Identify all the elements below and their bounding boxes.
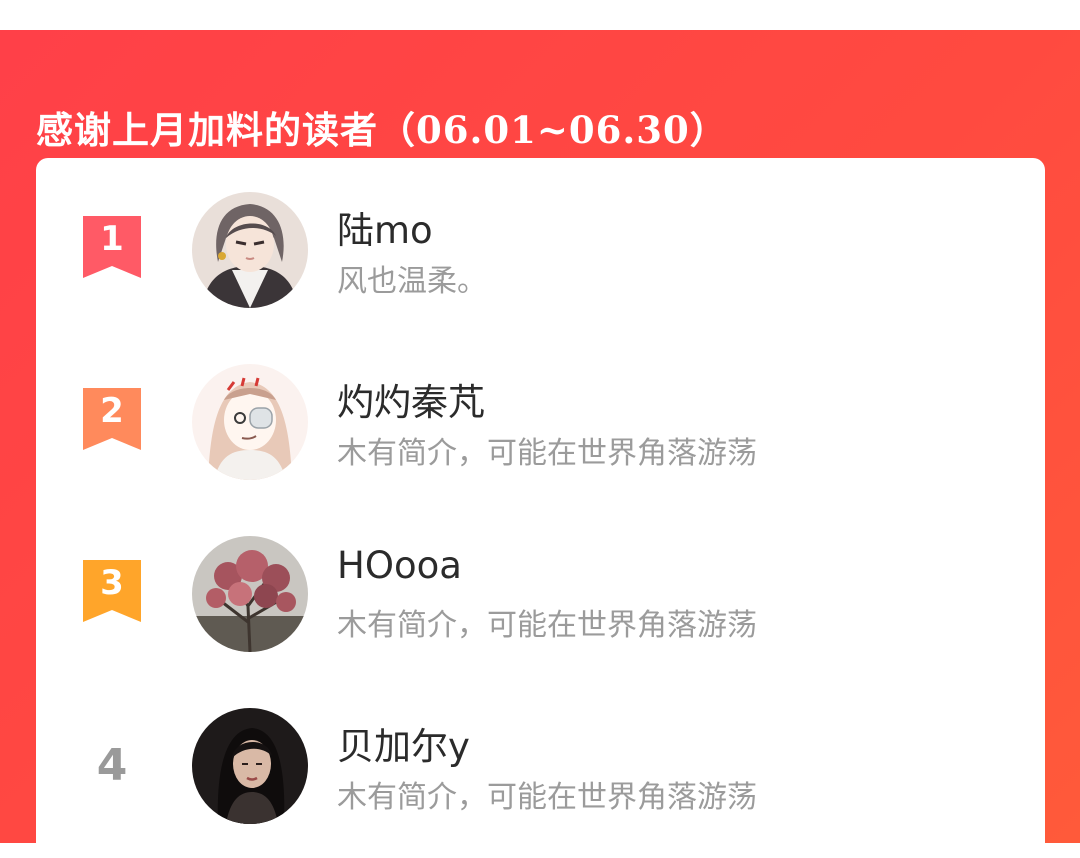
page-title: 感谢上月加料的读者（06.01~06.30） [36,108,728,152]
reader-name: 贝加尔y [337,725,470,768]
reader-row-3[interactable]: 3 HOooa 木有简介，可能在世界角落游荡 [36,536,1045,666]
rank-badge-3: 3 [83,560,141,622]
reader-row-4[interactable]: 4 贝加尔y 木有简介，可能在世界角落游荡 [36,708,1045,838]
rank-number: 2 [100,391,124,431]
anime-man-avatar-icon [192,192,308,308]
flower-tree-avatar-icon [192,536,308,652]
reader-bio: 木有简介，可能在世界角落游荡 [337,780,757,815]
ribbon-badge-icon: 3 [83,560,141,622]
reader-bio: 风也温柔。 [337,264,487,299]
woman-portrait-avatar-icon [192,708,308,824]
reader-row-2[interactable]: 2 灼灼秦芃 木有简介，可能在世界角落游荡 [36,364,1045,494]
avatar[interactable] [192,364,308,480]
ribbon-badge-icon: 2 [83,388,141,450]
cartoon-girl-avatar-icon [192,364,308,480]
rank-number: 3 [100,563,124,603]
reader-name: HOooa [337,544,462,587]
reader-ranking-list: 1 陆mo 风也温柔。 2 灼灼秦芃 木有简介，可能在世界角落游荡 3 HOoo… [36,158,1045,858]
reader-name: 灼灼秦芃 [337,381,485,424]
reader-bio: 木有简介，可能在世界角落游荡 [337,436,757,471]
ribbon-badge-icon: 1 [83,216,141,278]
rank-badge-1: 1 [83,216,141,278]
avatar[interactable] [192,708,308,824]
reader-row-1[interactable]: 1 陆mo 风也温柔。 [36,192,1045,322]
avatar[interactable] [192,536,308,652]
rank-number: 1 [100,219,124,259]
rank-number: 4 [96,740,128,791]
status-strip [0,0,1080,30]
rank-badge-2: 2 [83,388,141,450]
avatar[interactable] [192,192,308,308]
reader-bio: 木有简介，可能在世界角落游荡 [337,608,757,643]
reader-name: 陆mo [337,209,433,252]
